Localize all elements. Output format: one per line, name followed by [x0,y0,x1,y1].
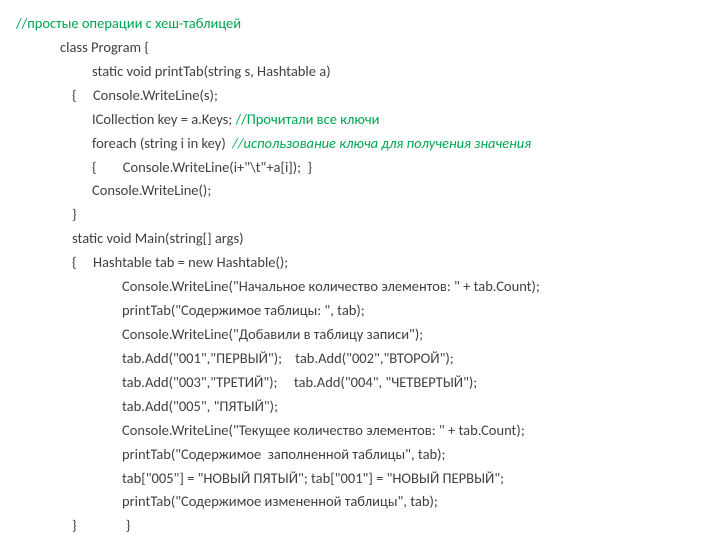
code-line: printTab("Содержимое таблицы: ", tab); [16,299,704,323]
comment-text: //Прочитали все ключи [236,110,380,128]
code-line: Console.WriteLine("Добавили в таблицу за… [16,323,704,347]
comment-text: //простые операции с хеш-таблицей [16,14,241,32]
code-line: static void printTab(string s, Hashtable… [16,60,704,84]
code-line: tab["005"] = "НОВЫЙ ПЯТЫЙ"; tab["001"] =… [16,467,704,491]
code-line: //простые операции с хеш-таблицей [16,12,704,36]
code-line: Console.WriteLine("Начальное количество … [16,275,704,299]
code-line: printTab("Содержимое заполненной таблицы… [16,443,704,467]
code-line: } } [16,514,704,538]
code-line: { Hashtable tab = new Hashtable(); [16,251,704,275]
code-line: Console.WriteLine("Текущее количество эл… [16,419,704,443]
code-line: } [16,203,704,227]
code-line: printTab("Содержимое измененной таблицы"… [16,490,704,514]
code-line: static void Main(string[] args) [16,227,704,251]
comment-text: //использование ключа для получения знач… [232,134,531,152]
code-line: ICollection key = a.Keys; //Прочитали вс… [16,108,704,132]
code-text: foreach (string i in key) [92,134,232,152]
code-line: { Console.WriteLine(s); [16,84,704,108]
code-line: class Program { [16,36,704,60]
code-text: ICollection key = a.Keys; [92,110,236,128]
code-line: tab.Add("003","ТРЕТИЙ"); tab.Add("004", … [16,371,704,395]
code-line: Console.WriteLine(); [16,179,704,203]
code-line: tab.Add("001","ПЕРВЫЙ"); tab.Add("002","… [16,347,704,371]
code-line: tab.Add("005", "ПЯТЫЙ"); [16,395,704,419]
code-line: foreach (string i in key) //использовани… [16,132,704,156]
code-line: { Console.WriteLine(i+"\t"+a[i]); } [16,156,704,180]
